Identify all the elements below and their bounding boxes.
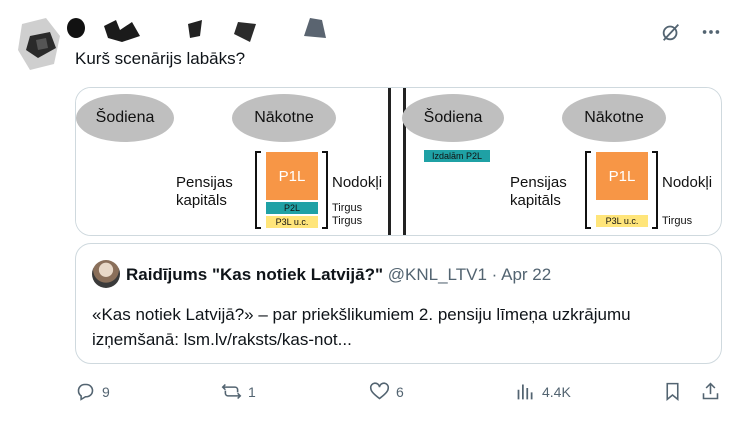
quoted-date[interactable]: Apr 22: [501, 265, 551, 284]
p1l-label: P1L: [608, 167, 636, 185]
panel-gap: [391, 88, 403, 235]
pension-label-line1: Pensijas: [176, 174, 233, 191]
pension-label-line1: Pensijas: [510, 174, 567, 191]
left-bracket: [255, 151, 261, 229]
quoted-header: Raidījums "Kas notiek Latvijā?" @KNL_LTV…: [126, 265, 551, 285]
p2l-label: P2L: [283, 203, 300, 213]
p2l-box: P2L: [266, 202, 318, 214]
p3l-box: P3L u.c.: [596, 215, 648, 227]
today-ellipse: Šodiena: [76, 94, 174, 142]
share-button[interactable]: [700, 381, 721, 402]
future-label: Nākotne: [584, 109, 644, 126]
market-label: Tirgus: [662, 215, 693, 227]
more-icon[interactable]: [699, 20, 723, 44]
author-avatar[interactable]: [16, 14, 64, 72]
right-bracket: [322, 151, 328, 229]
pension-label-line2: kapitāls: [176, 192, 227, 209]
post-text: Kurš scenārijs labāks?: [75, 49, 246, 68]
payout-p2l-box: Izdalām P2L: [424, 150, 490, 162]
future-ellipse: Nākotne: [562, 94, 666, 142]
bookmark-icon: [666, 382, 679, 402]
reply-count: 9: [102, 383, 110, 400]
quoted-text: «Kas notiek Latvijā?» – par priekšlikumi…: [92, 305, 631, 349]
views-button[interactable]: 4.4K: [515, 381, 571, 402]
repost-icon: [221, 383, 242, 400]
view-count: 4.4K: [542, 383, 571, 400]
author-name-redacted[interactable]: [66, 14, 86, 44]
payout-label: Izdalām P2L: [431, 151, 483, 161]
p1l-label: P1L: [278, 167, 306, 185]
repost-button[interactable]: 1: [221, 381, 256, 402]
p3l-box: P3L u.c.: [266, 216, 318, 228]
diagram-left-panel: Šodiena Nākotne Pensijas kapitāls P1L P2…: [76, 88, 391, 235]
reply-icon: [77, 383, 94, 401]
quoted-avatar[interactable]: [92, 260, 120, 288]
market-label-2: Tirgus: [332, 215, 363, 227]
future-ellipse: Nākotne: [232, 94, 336, 142]
bookmark-button[interactable]: [662, 381, 683, 402]
repost-count: 1: [248, 383, 256, 400]
quoted-post[interactable]: Raidījums "Kas notiek Latvijā?" @KNL_LTV…: [75, 243, 722, 364]
author-handle-redacted[interactable]: [102, 14, 142, 44]
diagram-right-panel: Šodiena Nākotne Izdalām P2L Pensijas kap…: [402, 88, 720, 235]
today-label: Šodiena: [423, 109, 483, 126]
views-icon: [517, 384, 533, 400]
p3l-label: P3L u.c.: [605, 216, 639, 226]
share-icon: [702, 382, 719, 400]
taxes-label: Nodokļi: [332, 174, 383, 191]
p3l-label: P3L u.c.: [275, 217, 309, 227]
reply-button[interactable]: 9: [75, 381, 110, 402]
like-count: 6: [396, 383, 404, 400]
post-image[interactable]: Šodiena Nākotne Pensijas kapitāls P1L P2…: [75, 87, 722, 236]
redaction-mark: [300, 14, 328, 44]
redaction-mark: [232, 14, 258, 44]
right-bracket: [652, 151, 658, 229]
like-icon: [369, 382, 390, 400]
taxes-label: Nodokļi: [662, 174, 713, 191]
left-bracket: [585, 151, 591, 229]
pension-label-line2: kapitāls: [510, 192, 561, 209]
p1l-box: P1L: [266, 152, 318, 200]
today-ellipse: Šodiena: [402, 94, 504, 142]
market-label-1: Tirgus: [332, 202, 363, 214]
future-label: Nākotne: [254, 109, 314, 126]
grok-icon[interactable]: [659, 20, 683, 44]
p1l-box: P1L: [596, 152, 648, 200]
quoted-name[interactable]: Raidījums "Kas notiek Latvijā?": [126, 265, 383, 284]
quoted-handle[interactable]: @KNL_LTV1: [388, 265, 487, 284]
like-button[interactable]: 6: [369, 381, 404, 402]
quoted-separator: ·: [491, 265, 498, 284]
redaction-mark: [186, 14, 204, 44]
today-label: Šodiena: [95, 109, 155, 126]
action-bar: 9 1 6 4.4K: [75, 381, 725, 405]
